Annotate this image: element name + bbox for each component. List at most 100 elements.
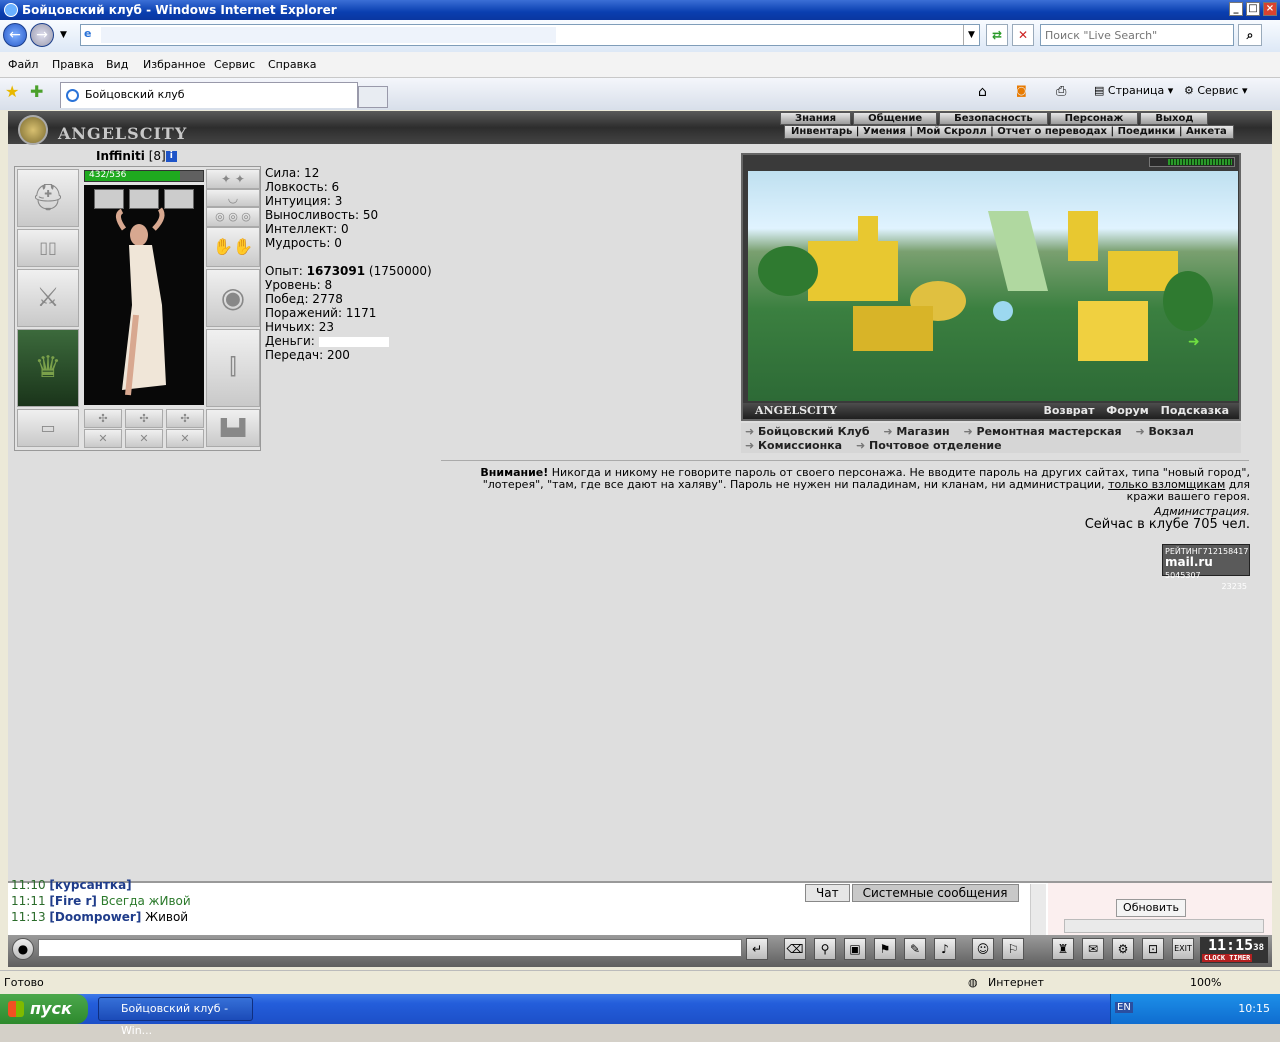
start-button[interactable]: пуск <box>0 994 88 1024</box>
tools-menu[interactable]: ⚙ Сервис ▾ <box>1184 84 1248 97</box>
map-link-return[interactable]: Возврат <box>1043 404 1094 417</box>
character-figure <box>116 207 166 396</box>
page-menu[interactable]: ▤ Страница ▾ <box>1094 84 1173 97</box>
scroll-slot[interactable]: ✕ <box>166 429 204 448</box>
location-repair[interactable]: Ремонтная мастерская <box>963 425 1121 438</box>
rune-slot[interactable]: ✣ <box>84 409 122 428</box>
close-button[interactable]: × <box>1263 2 1277 16</box>
ring-icon: ◎ ◎ ◎ <box>215 210 251 223</box>
favorites-star-icon[interactable]: ★ <box>5 82 19 101</box>
feeds-icon[interactable]: ◙ <box>1016 84 1027 97</box>
location-commission[interactable]: Комиссионка <box>745 439 842 452</box>
new-tab-button[interactable] <box>358 86 388 108</box>
gloves-slot[interactable]: ✋✋ <box>206 227 260 267</box>
menu-exit[interactable]: Выход <box>1140 112 1209 125</box>
maximize-button[interactable]: □ <box>1246 2 1260 16</box>
bracers-slot[interactable]: ▯▯ <box>17 229 79 267</box>
location-station[interactable]: Вокзал <box>1135 425 1193 438</box>
menu-edit[interactable]: Правка <box>52 58 94 71</box>
chat-line: 11:13 [Doompower] Живой <box>11 910 189 924</box>
private-icon[interactable]: ✎ <box>904 938 926 960</box>
info-icon[interactable]: i <box>165 151 177 162</box>
refresh-button[interactable]: Обновить <box>1116 899 1186 917</box>
map-link-forum[interactable]: Форум <box>1106 404 1149 417</box>
boots-icon: ▙▟ <box>220 418 246 437</box>
mailru-counter[interactable]: РЕЙТИНГ712158417 mail.ru 5045307 23235 <box>1162 544 1250 591</box>
save-icon[interactable]: ▣ <box>844 938 866 960</box>
tab-system-messages[interactable]: Системные сообщения <box>851 884 1019 902</box>
site-sub-menu[interactable]: Инвентарь | Умения | Мой Скролл | Отчет … <box>784 125 1234 139</box>
map-link-hint[interactable]: Подсказка <box>1161 404 1229 417</box>
refresh-icon[interactable]: ⇄ <box>986 24 1008 46</box>
menu-knowledge[interactable]: Знания <box>780 112 852 125</box>
menu-character[interactable]: Персонаж <box>1049 112 1139 125</box>
lock-icon[interactable]: ⊡ <box>1142 938 1164 960</box>
menu-favorites[interactable]: Избранное <box>143 58 205 71</box>
forward-button[interactable]: → <box>30 23 54 47</box>
chat-mode-icon[interactable]: ● <box>12 938 34 960</box>
search-input[interactable] <box>1040 24 1234 46</box>
helmet-icon: ⛑ <box>31 183 65 213</box>
boots-slot[interactable]: ▙▟ <box>206 409 260 447</box>
history-dropdown-icon[interactable]: ▼ <box>60 30 67 40</box>
minimize-button[interactable]: _ <box>1229 2 1243 16</box>
chat-input[interactable] <box>38 939 742 957</box>
location-post[interactable]: Почтовое отделение <box>856 439 1002 452</box>
search-icon[interactable]: ⌕ <box>1238 24 1262 46</box>
shield-slot[interactable]: ◉ <box>206 269 260 327</box>
city-map-image[interactable]: ➜ <box>748 171 1238 401</box>
earring-slot[interactable]: ✦ ✦ <box>206 169 260 189</box>
belt-slot[interactable]: ▭ <box>17 409 79 447</box>
rune-slot[interactable]: ✣ <box>125 409 163 428</box>
menu-view[interactable]: Вид <box>106 58 128 71</box>
location-fight-club[interactable]: Бойцовский Клуб <box>745 425 870 438</box>
helmet-slot[interactable]: ⛑ <box>17 169 79 227</box>
money-bag-icon[interactable]: ♜ <box>1052 938 1074 960</box>
taskbar-item-ie[interactable]: Бойцовский клуб - Win... <box>98 997 253 1037</box>
amulet-slot[interactable]: ◡ <box>206 189 260 207</box>
smiles-icon[interactable]: ☺ <box>972 938 994 960</box>
online-scrollbar[interactable] <box>1064 919 1264 933</box>
weapon-slot[interactable]: ⚔ <box>17 269 79 327</box>
stat-intellect: Интеллект: 0 <box>265 222 349 236</box>
scroll-slot[interactable]: ✕ <box>125 429 163 448</box>
back-button[interactable]: ← <box>3 23 27 47</box>
menu-communication[interactable]: Общение <box>853 112 938 125</box>
map-label: ANGELSCITY <box>755 404 837 417</box>
tab-chat[interactable]: Чат <box>805 884 850 902</box>
fight-icon[interactable]: ⚑ <box>874 938 896 960</box>
settings-icon[interactable]: ⚙ <box>1112 938 1134 960</box>
scroll-slot[interactable]: ✕ <box>84 429 122 448</box>
home-icon[interactable]: ⌂ <box>978 84 987 100</box>
location-shop[interactable]: Магазин <box>883 425 949 438</box>
chat-scrollbar[interactable] <box>1030 884 1046 936</box>
language-indicator[interactable]: EN <box>1115 1002 1133 1013</box>
sound-icon[interactable]: ♪ <box>934 938 956 960</box>
scroll-icon: ✕ <box>139 432 149 445</box>
armor-slot[interactable]: ♛ <box>17 329 79 407</box>
url-dropdown-icon[interactable]: ▼ <box>963 25 979 45</box>
rune-icon: ✣ <box>180 412 190 425</box>
menu-security[interactable]: Безопасность <box>939 112 1048 125</box>
print-icon[interactable]: ⎙ <box>1056 84 1066 99</box>
character-portrait <box>84 185 204 405</box>
menu-tools[interactable]: Сервис <box>214 58 255 71</box>
leggings-slot[interactable]: ⫿ <box>206 329 260 407</box>
character-level: [8] <box>148 149 166 163</box>
zone-text: Интернет <box>988 976 1044 989</box>
filter-icon[interactable]: ⚲ <box>814 938 836 960</box>
stop-icon[interactable]: ✕ <box>1012 24 1034 46</box>
clan-icon[interactable]: ⚐ <box>1002 938 1024 960</box>
rune-slot[interactable]: ✣ <box>166 409 204 428</box>
clear-icon[interactable]: ⌫ <box>784 938 806 960</box>
send-icon[interactable]: ↵ <box>746 938 768 960</box>
rings-slot[interactable]: ◎ ◎ ◎ <box>206 207 260 227</box>
add-favorite-icon[interactable]: ✚ <box>30 82 43 101</box>
url-field[interactable]: e ▼ <box>80 24 980 46</box>
zoom-level[interactable]: 100% <box>1190 976 1221 989</box>
exit-icon[interactable]: EXIT <box>1172 938 1194 960</box>
menu-file[interactable]: Файл <box>8 58 38 71</box>
scroll-tool-icon[interactable]: ✉ <box>1082 938 1104 960</box>
menu-help[interactable]: Справка <box>268 58 316 71</box>
tab-active[interactable]: Бойцовский клуб <box>60 82 358 108</box>
